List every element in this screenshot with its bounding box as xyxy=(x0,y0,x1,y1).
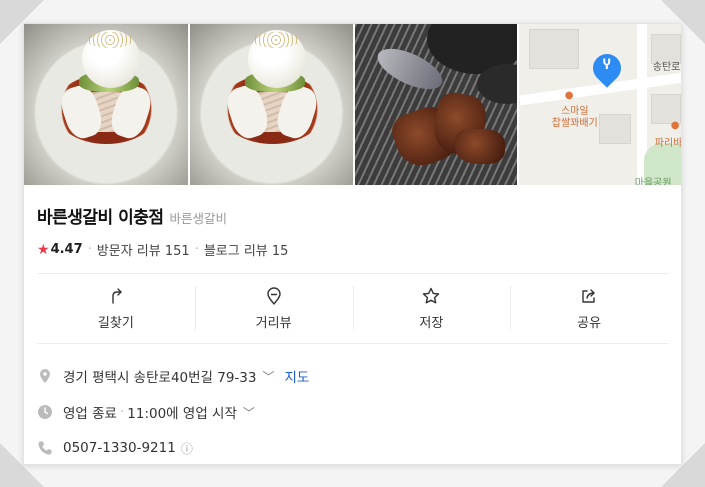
blog-reviews-link[interactable]: 블로그 리뷰 15 xyxy=(204,240,289,259)
place-category: 바른생갈비 xyxy=(169,211,228,226)
phone-row: 0507-1330-9211 ⓘ xyxy=(37,430,668,464)
directions-icon xyxy=(112,288,122,304)
fork-knife-icon: Ⴤ xyxy=(602,58,611,73)
poi-icon-2: ● xyxy=(670,120,680,131)
rating-value: 4.47 xyxy=(50,242,83,257)
directions-button[interactable]: 길찾기 xyxy=(37,274,195,343)
hours-next-open[interactable]: 11:00에 영업 시작 xyxy=(127,402,237,422)
clock-icon xyxy=(38,405,52,419)
hours-status: 영업 종료 xyxy=(63,406,117,422)
address-row: 경기 평택시 송탄로40번길 79-33 ﹀ 지도 xyxy=(37,358,668,394)
share-label: 공유 xyxy=(577,316,602,331)
food-photo-2[interactable] xyxy=(188,24,353,185)
directions-label: 길찾기 xyxy=(97,316,134,331)
share-button[interactable]: 공유 xyxy=(510,274,668,343)
map-thumbnail[interactable]: 송탄로 ● 스마일 찹쌀꽈배기 ● 파리바 마을공원 Ⴤ xyxy=(516,24,681,185)
info-icon[interactable]: ⓘ xyxy=(181,440,193,457)
photo-strip: 송탄로 ● 스마일 찹쌀꽈배기 ● 파리바 마을공원 Ⴤ xyxy=(24,24,681,185)
share-icon xyxy=(582,289,595,303)
street-view-icon xyxy=(266,287,281,305)
phone-number[interactable]: 0507-1330-9211 xyxy=(63,440,176,456)
poi-icon: ● xyxy=(564,90,574,101)
place-card: 송탄로 ● 스마일 찹쌀꽈배기 ● 파리바 마을공원 Ⴤ 바른생갈비 이충점 바… xyxy=(23,23,682,465)
hours-row: 영업 종료 · 11:00에 영업 시작 ﹀ xyxy=(37,394,668,430)
chevron-down-icon[interactable]: ﹀ xyxy=(243,404,255,421)
place-name[interactable]: 바른생갈비 이충점 xyxy=(37,203,164,228)
street-view-button[interactable]: 거리뷰 xyxy=(194,274,353,343)
map-poi-label-2: 파리바 xyxy=(654,138,681,149)
action-bar: 길찾기 거리뷰 저장 공유 xyxy=(37,273,668,344)
address-text[interactable]: 경기 평택시 송탄로40번길 79-33 xyxy=(63,366,256,386)
review-stats: ★ 4.47 · 방문자 리뷰 151 · 블로그 리뷰 15 xyxy=(37,240,289,260)
rating-star-icon: ★ xyxy=(37,241,50,258)
save-button[interactable]: 저장 xyxy=(352,274,511,343)
map-street-label: 송탄로 xyxy=(652,62,681,73)
visitor-reviews-link[interactable]: 방문자 리뷰 151 xyxy=(97,240,190,259)
save-label: 저장 xyxy=(419,316,444,331)
chevron-down-icon[interactable]: ﹀ xyxy=(262,368,274,385)
street-view-label: 거리뷰 xyxy=(255,316,292,331)
place-details: 경기 평택시 송탄로40번길 79-33 ﹀ 지도 영업 종료 · 11:00에… xyxy=(24,344,681,464)
location-pin-icon xyxy=(40,369,50,383)
grill-photo[interactable] xyxy=(352,24,517,185)
map-park-label: 마을공원 xyxy=(634,178,672,185)
phone-icon xyxy=(38,441,52,455)
star-outline-icon xyxy=(423,287,440,304)
food-photo-1[interactable] xyxy=(24,24,189,185)
map-link[interactable]: 지도 xyxy=(285,366,310,386)
map-poi-label: 스마일 찹쌀꽈배기 xyxy=(551,106,598,129)
